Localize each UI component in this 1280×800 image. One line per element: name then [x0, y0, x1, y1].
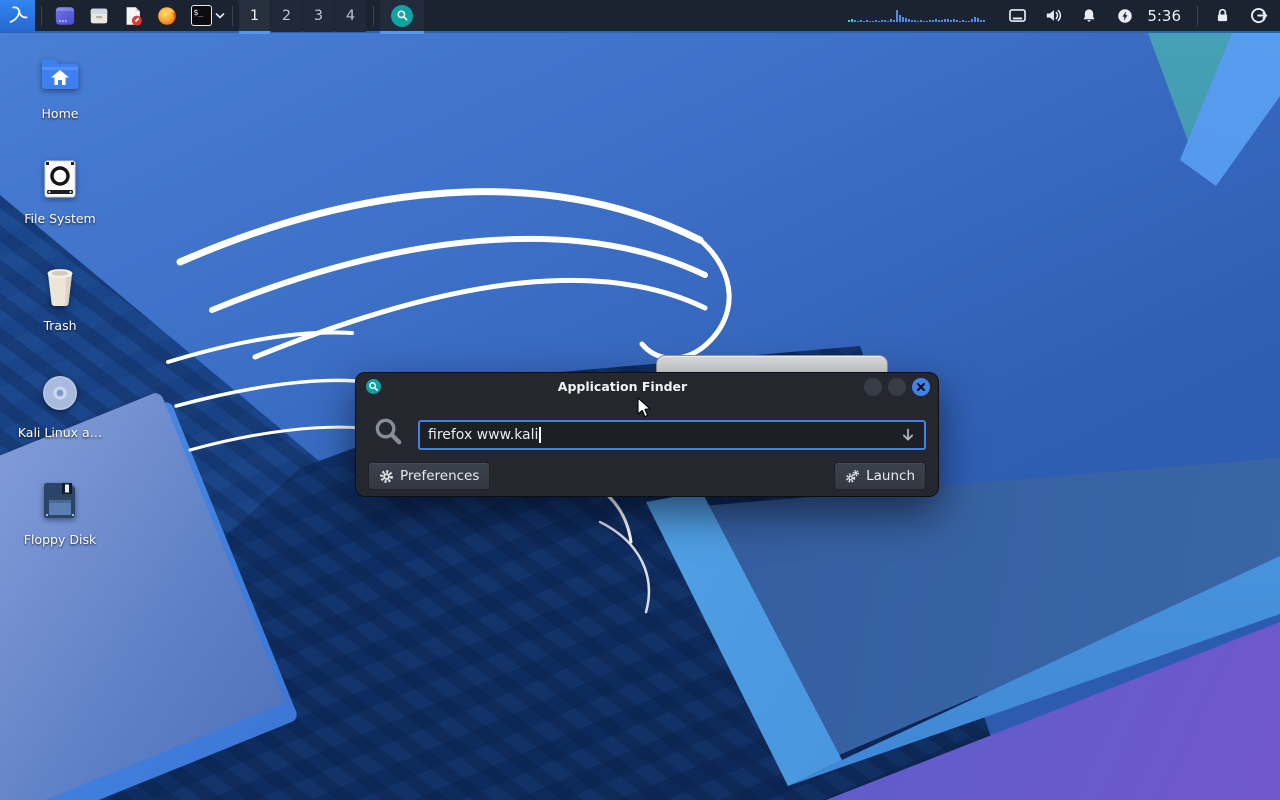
terminal-icon: $_ — [190, 5, 212, 26]
text-caret — [539, 427, 541, 443]
hard-drive-icon — [36, 155, 84, 203]
power-icon — [1118, 8, 1133, 23]
workspace-label: 4 — [345, 7, 356, 24]
window-title: Application Finder — [557, 379, 688, 394]
launcher-text-editor[interactable] — [116, 0, 150, 32]
launch-button[interactable]: Launch — [834, 462, 926, 490]
panel-separator — [232, 5, 233, 26]
desktop-icon-home[interactable]: Home — [8, 50, 112, 121]
launcher-firefox[interactable] — [150, 0, 184, 32]
workspace-label: 2 — [281, 7, 292, 24]
launcher-terminal[interactable]: $_ — [184, 0, 218, 32]
window-app-icon — [55, 6, 75, 25]
preferences-button[interactable]: Preferences — [368, 462, 491, 490]
app-finder-icon — [391, 4, 413, 27]
launcher-file-manager[interactable] — [82, 0, 116, 32]
file-manager-icon — [90, 8, 108, 23]
workspace-3-button[interactable]: 3 — [303, 0, 334, 32]
kali-dragon-icon — [9, 6, 27, 23]
mouse-cursor — [637, 397, 652, 423]
notifications-tray[interactable] — [1071, 0, 1107, 32]
launcher-window-app[interactable] — [48, 0, 82, 32]
down-arrow-icon[interactable] — [900, 427, 916, 443]
power-manager-tray[interactable] — [1107, 0, 1143, 32]
close-button[interactable] — [912, 377, 930, 396]
desktop-icon-label: File System — [24, 211, 96, 226]
close-icon — [917, 382, 925, 391]
workspace-label: 1 — [249, 7, 260, 24]
lock-screen-button[interactable] — [1204, 0, 1240, 32]
magnifier-icon — [373, 416, 404, 451]
workspace-2-button[interactable]: 2 — [271, 0, 302, 32]
preferences-label: Preferences — [400, 468, 480, 484]
logout-button[interactable] — [1240, 0, 1276, 32]
system-monitor-graph[interactable] — [848, 9, 986, 22]
panel-separator — [1197, 5, 1198, 26]
gear-icon — [380, 469, 393, 483]
volume-icon — [1046, 9, 1061, 22]
taskbar-app-finder-button[interactable] — [380, 0, 424, 34]
search-input[interactable]: firefox www.kali — [418, 420, 926, 450]
maximize-button[interactable] — [888, 377, 906, 396]
desktop-icon-label: Home — [41, 106, 79, 121]
desktop-icon-label: Kali Linux a… — [17, 425, 103, 440]
trash-icon — [36, 262, 84, 310]
desktop-icon-label: Trash — [43, 318, 77, 333]
bell-icon — [1083, 8, 1095, 22]
desktop-icon-trash[interactable]: Trash — [8, 262, 112, 333]
desktop-icon-floppy[interactable]: Floppy Disk — [8, 476, 112, 547]
launch-gears-icon — [846, 469, 860, 483]
app-finder-icon — [366, 379, 381, 394]
clock[interactable]: 5:36 — [1143, 7, 1191, 25]
display-settings-tray[interactable] — [999, 0, 1035, 32]
volume-tray[interactable] — [1035, 0, 1071, 32]
minimize-button[interactable] — [864, 377, 882, 396]
firefox-icon — [158, 6, 176, 25]
cdrom-icon — [36, 369, 84, 417]
desktop-icon-file-system[interactable]: File System — [8, 155, 112, 226]
text-editor-icon — [126, 6, 142, 26]
desktop-icon-kali-cd[interactable]: Kali Linux a… — [8, 369, 112, 440]
titlebar[interactable]: Application Finder — [356, 373, 938, 400]
desktop-icon-label: Floppy Disk — [23, 532, 97, 547]
panel-separator — [41, 5, 42, 26]
lock-icon — [1217, 8, 1227, 22]
application-finder-window: Application Finder firefox www.kali Pref… — [355, 372, 939, 497]
workspace-4-button[interactable]: 4 — [335, 0, 366, 32]
chevron-down-icon[interactable] — [214, 10, 226, 22]
panel-separator — [373, 5, 374, 26]
search-input-value: firefox www.kali — [428, 427, 539, 443]
launch-label: Launch — [866, 468, 915, 484]
logout-icon — [1250, 8, 1267, 24]
workspace-1-button[interactable]: 1 — [239, 0, 270, 34]
home-folder-icon — [36, 50, 84, 98]
workspace-label: 3 — [313, 7, 324, 24]
top-panel: $_ 1 2 3 4 5:36 — [0, 0, 1280, 34]
display-icon — [1008, 9, 1026, 22]
floppy-disk-icon — [36, 476, 84, 524]
applications-menu-button[interactable] — [0, 0, 35, 32]
